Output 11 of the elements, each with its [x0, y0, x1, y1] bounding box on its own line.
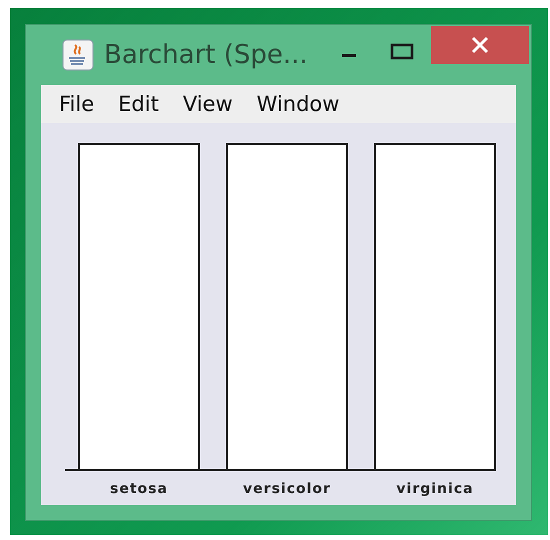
window-title: Barchart (Spe... — [104, 40, 308, 70]
category-label: versicolor — [242, 481, 332, 497]
close-button[interactable] — [431, 26, 529, 64]
menu-item[interactable]: Edit — [106, 92, 171, 116]
app-icon — [62, 39, 94, 71]
menu-item[interactable]: File — [47, 92, 106, 116]
menu-item[interactable]: Window — [244, 92, 352, 116]
menu-item[interactable]: View — [170, 92, 245, 116]
close-icon — [470, 35, 490, 55]
category-label: setosa — [109, 481, 169, 497]
category-label: virginica — [395, 481, 475, 497]
